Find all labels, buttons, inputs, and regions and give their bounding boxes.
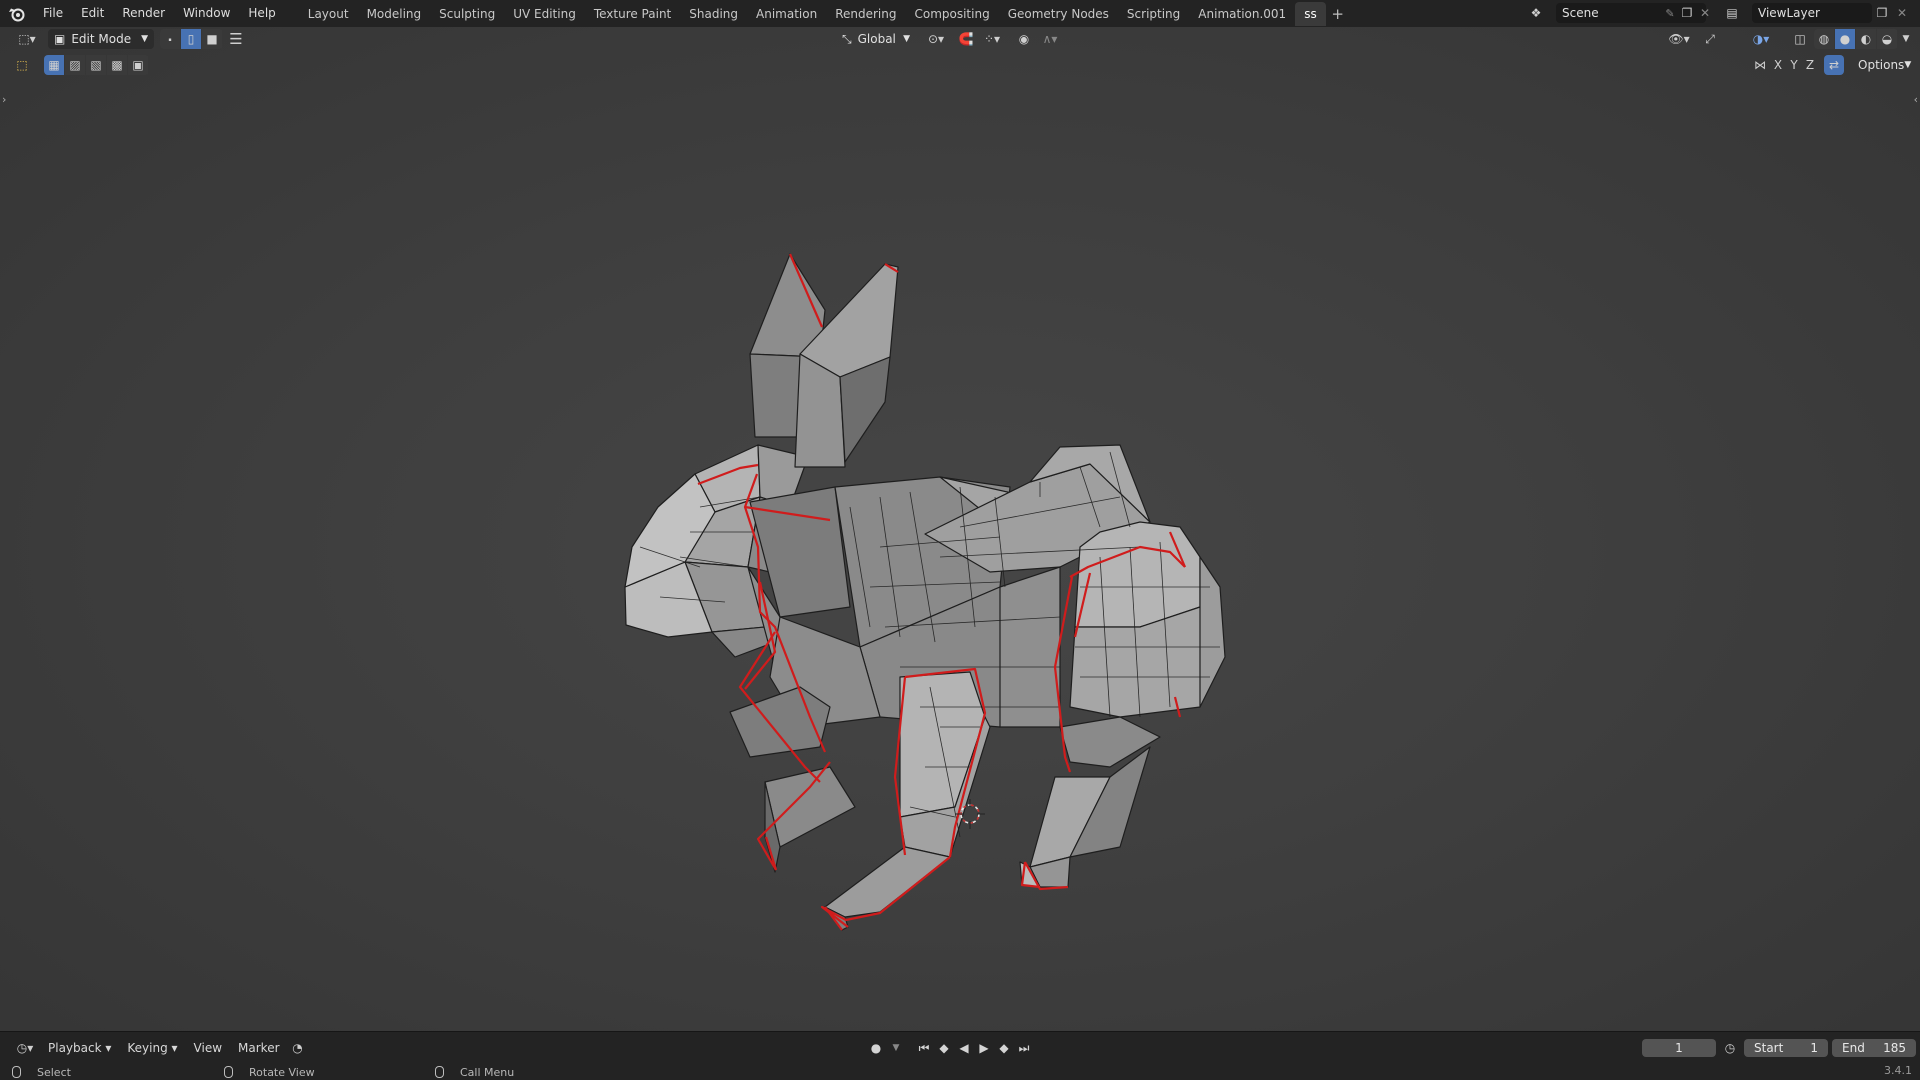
- keying-menu-label: Keying: [127, 1041, 168, 1055]
- status-call-menu-label: Call Menu: [460, 1065, 515, 1079]
- preview-range-icon[interactable]: ◷: [1720, 1038, 1740, 1058]
- right-mouse-icon: [435, 1066, 444, 1078]
- start-label: Start: [1754, 1041, 1784, 1055]
- play-reverse-icon[interactable]: ◀: [954, 1041, 974, 1055]
- add-workspace-button[interactable]: +: [1326, 5, 1350, 23]
- play-icon[interactable]: ▶: [974, 1041, 994, 1055]
- end-label: End: [1842, 1041, 1865, 1055]
- current-frame-field[interactable]: 1: [1642, 1039, 1716, 1057]
- tab-animation-001[interactable]: Animation.001: [1189, 2, 1295, 26]
- tab-compositing[interactable]: Compositing: [905, 2, 998, 26]
- viewlayer-selector-icon[interactable]: ▤: [1722, 3, 1742, 23]
- version-label: 3.4.1: [1884, 1064, 1912, 1077]
- tab-geometry-nodes[interactable]: Geometry Nodes: [999, 2, 1118, 26]
- end-value: 185: [1883, 1041, 1906, 1055]
- tab-animation[interactable]: Animation: [747, 2, 826, 26]
- auto-keying-icon[interactable]: ◔: [288, 1038, 308, 1058]
- status-call-menu: Call Menu: [435, 1066, 514, 1079]
- record-icon[interactable]: ●: [866, 1041, 886, 1055]
- tab-modeling[interactable]: Modeling: [358, 2, 431, 26]
- left-mouse-icon: [12, 1066, 21, 1078]
- jump-keyframe-back-icon[interactable]: ◆: [934, 1041, 954, 1055]
- chevron-down-icon[interactable]: ▼: [886, 1043, 906, 1053]
- tab-uv-editing[interactable]: UV Editing: [504, 2, 585, 26]
- status-rotate-label: Rotate View: [249, 1065, 315, 1079]
- status-bar: Select Rotate View Call Menu 3.4.1: [0, 1064, 1920, 1080]
- tab-shading[interactable]: Shading: [680, 2, 747, 26]
- playback-controls: ● ▼ ⏮ ◆ ◀ ▶ ◆ ⏭: [866, 1039, 1034, 1057]
- end-frame-field[interactable]: End 185: [1832, 1039, 1916, 1057]
- viewlayer-name: ViewLayer: [1758, 6, 1820, 20]
- tab-scripting[interactable]: Scripting: [1118, 2, 1189, 26]
- playback-menu[interactable]: Playback ▾: [40, 1041, 119, 1055]
- menu-render[interactable]: Render: [113, 0, 174, 27]
- playback-menu-label: Playback: [48, 1041, 102, 1055]
- keying-menu[interactable]: Keying ▾: [119, 1041, 185, 1055]
- start-value: 1: [1810, 1041, 1818, 1055]
- status-rotate: Rotate View: [224, 1066, 315, 1079]
- menu-edit[interactable]: Edit: [72, 0, 113, 27]
- new-scene-icon[interactable]: ❐: [1677, 3, 1697, 23]
- timeline-editor-type-icon[interactable]: ◷▾: [10, 1038, 40, 1058]
- jump-end-icon[interactable]: ⏭: [1014, 1041, 1034, 1056]
- viewlayer-field[interactable]: ViewLayer: [1752, 3, 1872, 23]
- 3d-viewport[interactable]: ⬚▾ ▣ Edit Mode ▼ ⬝ ▯ ■ ☰ ⤡ Global ▼ ⊙▾ 🧲…: [0, 27, 1920, 1031]
- status-select-label: Select: [37, 1065, 71, 1079]
- tab-layout[interactable]: Layout: [299, 2, 358, 26]
- new-viewlayer-icon[interactable]: ❐: [1872, 3, 1892, 23]
- delete-scene-icon[interactable]: ✕: [1695, 3, 1715, 23]
- menu-file[interactable]: File: [34, 0, 72, 27]
- scene-selector-icon[interactable]: ❖: [1526, 3, 1546, 23]
- middle-mouse-icon: [224, 1066, 233, 1078]
- marker-menu[interactable]: Marker: [230, 1041, 287, 1055]
- tab-ss[interactable]: ss: [1295, 1, 1326, 26]
- jump-keyframe-forward-icon[interactable]: ◆: [994, 1041, 1014, 1055]
- tab-sculpting[interactable]: Sculpting: [430, 2, 504, 26]
- bunny-mesh[interactable]: [0, 27, 1920, 1031]
- jump-start-icon[interactable]: ⏮: [914, 1041, 934, 1056]
- scene-name: Scene: [1562, 6, 1599, 20]
- tab-texture-paint[interactable]: Texture Paint: [585, 2, 680, 26]
- delete-viewlayer-icon[interactable]: ✕: [1892, 3, 1912, 23]
- status-select: Select: [12, 1066, 71, 1079]
- tab-rendering[interactable]: Rendering: [826, 2, 905, 26]
- top-bar: File Edit Render Window Help Layout Mode…: [0, 0, 1920, 27]
- blender-logo-icon[interactable]: [0, 0, 34, 27]
- menu-help[interactable]: Help: [239, 0, 284, 27]
- view-menu[interactable]: View: [186, 1041, 230, 1055]
- menu-window[interactable]: Window: [174, 0, 239, 27]
- start-frame-field[interactable]: Start 1: [1744, 1039, 1828, 1057]
